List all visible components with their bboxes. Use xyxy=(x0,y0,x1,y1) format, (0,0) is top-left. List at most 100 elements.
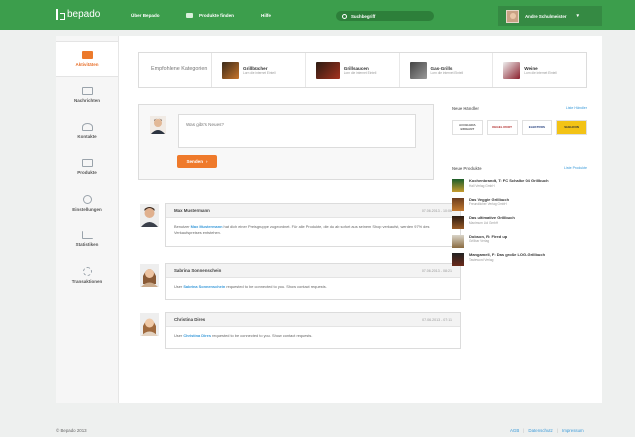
footer-links: AGB | Datenschutz | Impressum xyxy=(510,428,584,433)
main-panel: Aktivitäten Nachrichten Kontakte Produkt… xyxy=(56,36,602,403)
sidebar-item-activities[interactable]: Aktivitäten xyxy=(56,41,118,77)
list-item[interactable]: Dobson, R: Fired up Grillbar Verlag xyxy=(452,234,587,254)
bar-chart-icon xyxy=(81,231,93,239)
sidebar-item-label: Produkte xyxy=(77,170,97,175)
category-thumbnail xyxy=(409,61,427,79)
user-link[interactable]: Sabrina Sonnenschein xyxy=(183,284,225,289)
product-publisher: Freundlicher Verlag GmbH xyxy=(469,202,507,207)
product-thumbnail xyxy=(452,216,464,229)
post-author[interactable]: Sabrina Sonnenschein xyxy=(174,268,221,273)
products-icon xyxy=(186,13,193,18)
product-publisher: Hall Verlag GmbH xyxy=(469,183,495,188)
category-thumbnail xyxy=(503,61,521,79)
post-text: requested to be connected to you. Show c… xyxy=(212,333,313,338)
user-link[interactable]: Christina Dires xyxy=(183,333,211,338)
sidebar-item-products[interactable]: Produkte xyxy=(56,149,118,185)
new-dealers-header: Neue Händler Liste Händler xyxy=(452,106,587,111)
product-publisher: Grillbar Verlag xyxy=(469,239,490,244)
divider: | xyxy=(523,428,525,433)
brand-name: bepado xyxy=(67,9,101,20)
sidebar-item-statistics[interactable]: Statistiken xyxy=(56,221,118,257)
dealer-logo[interactable]: ELEKTROS xyxy=(521,120,553,135)
category-subtitle: Lorn die internet Eintell xyxy=(430,70,464,75)
product-thumbnail xyxy=(452,197,464,211)
list-item[interactable]: Mangamell, F: Das große LOG-Grillbuch Tas… xyxy=(452,252,587,272)
post-text: User xyxy=(174,333,183,338)
feed-post: Sabrina Sonnenschein 07.06.2013 - 08:21 … xyxy=(165,263,461,300)
list-item[interactable]: Kochenbrandt, T: FC Schalke 04 Grillbuch… xyxy=(452,178,587,198)
user-menu[interactable]: Andre Schulmeister ▾ xyxy=(498,6,602,26)
post-timestamp: 07.06.2013 - 07:11 xyxy=(422,317,452,322)
chevron-down-icon: ▾ xyxy=(576,13,579,19)
dealer-logo[interactable]: ACCELERA BRIGANT xyxy=(452,120,483,135)
list-item[interactable]: Das Veggie Grillbuch Freundlicher Verlag … xyxy=(452,197,587,217)
sidebar: Aktivitäten Nachrichten Kontakte Produkt… xyxy=(56,36,119,403)
brand-logo[interactable]: bepado xyxy=(56,9,100,20)
search-icon xyxy=(342,13,347,19)
new-products-header: Neue Produkte Liste Produkte xyxy=(452,166,587,171)
post-timestamp: 07.06.2013 - 10:06 xyxy=(421,208,452,213)
sidebar-item-transactions[interactable]: Transaktionen xyxy=(56,257,118,293)
footer-copyright: © Bepado 2013 xyxy=(56,428,87,433)
sidebar-item-label: Aktivitäten xyxy=(75,62,99,67)
gear-icon xyxy=(82,194,92,204)
chevron-right-icon: › xyxy=(206,159,208,164)
post-body: User Christina Dires requested to be con… xyxy=(166,327,460,345)
category-thumbnail xyxy=(222,61,239,79)
category-subtitle: Lorn die internet Eintell xyxy=(524,70,557,75)
sidebar-item-label: Einstellungen xyxy=(72,206,102,212)
contacts-icon xyxy=(81,123,93,131)
nav-find-products[interactable]: Produkte finden xyxy=(186,13,234,18)
user-name: Andre Schulmeister xyxy=(525,13,567,19)
new-dealers-title: Neue Händler xyxy=(452,106,479,111)
dealer-logo[interactable]: SHELDON xyxy=(556,120,587,135)
user-link[interactable]: Max Mustermann xyxy=(191,224,223,229)
sidebar-item-messages[interactable]: Nachrichten xyxy=(56,77,118,113)
post-author[interactable]: Christina Dires xyxy=(174,317,205,322)
post-body: User Sabrina Sonnenschein requested to b… xyxy=(166,278,460,296)
send-button[interactable]: Senden › xyxy=(177,155,217,168)
recommended-categories: Empfohlene Kategorien Grillbücher Lorn d… xyxy=(138,52,587,88)
product-thumbnail xyxy=(452,234,464,248)
nav-about[interactable]: Über Bepado xyxy=(131,13,160,18)
category-thumbnail xyxy=(315,61,340,79)
list-item[interactable]: Das ultimative Grillbuch Maximum Ltd GmbH xyxy=(452,215,587,235)
category-item[interactable]: Weine Lorn die internet Eintell xyxy=(493,53,586,87)
category-item[interactable]: Gas-Grills Lorn die internet Eintell xyxy=(400,53,494,87)
new-products-title: Neue Produkte xyxy=(452,166,482,171)
post-text: Benutzer xyxy=(174,224,190,229)
user-avatar xyxy=(506,9,519,23)
dealers-list-link[interactable]: Liste Händler xyxy=(566,106,587,111)
sidebar-item-contacts[interactable]: Kontakte xyxy=(56,113,118,149)
products-list-link[interactable]: Liste Produkte xyxy=(564,166,587,171)
post-composer: Was gibt's Neues? Senden › xyxy=(138,104,434,180)
nav-find-products-label: Produkte finden xyxy=(199,13,234,18)
nav-help[interactable]: Hilfe xyxy=(261,13,271,18)
footer-link-imprint[interactable]: Impressum xyxy=(562,428,584,433)
categories-label: Empfohlene Kategorien xyxy=(139,53,212,87)
post-timestamp: 07.06.2013 - 08:21 xyxy=(421,268,452,273)
feed-avatar xyxy=(140,264,159,287)
sidebar-item-label: Transaktionen xyxy=(71,278,103,284)
new-products-list: Kochenbrandt, T: FC Schalke 04 Grillbuch… xyxy=(452,178,587,272)
feed-avatar xyxy=(140,313,159,336)
user-avatar xyxy=(150,116,166,134)
product-thumbnail xyxy=(452,253,464,266)
dealer-logo[interactable]: KEGEL ROOT xyxy=(486,120,518,135)
post-author[interactable]: Max Mustermann xyxy=(174,208,210,213)
messages-icon xyxy=(81,87,93,95)
sidebar-item-settings[interactable]: Einstellungen xyxy=(56,185,118,221)
category-subtitle: Lorn die internet Eintell xyxy=(343,70,377,75)
search-input[interactable]: Suchbegriff xyxy=(336,11,434,21)
footer-link-agb[interactable]: AGB xyxy=(510,428,519,433)
refresh-icon xyxy=(82,266,92,276)
products-icon xyxy=(81,159,93,167)
category-item[interactable]: Grillbücher Lorn die internet Eintell xyxy=(212,53,306,87)
post-text: requested to be connected to you. Show c… xyxy=(226,284,327,289)
status-input[interactable]: Was gibt's Neues? xyxy=(178,114,416,148)
category-item[interactable]: Grillsaucen Lorn die internet Eintell xyxy=(306,53,400,87)
product-thumbnail xyxy=(452,179,464,192)
bepado-logo-icon xyxy=(56,9,65,20)
post-body: Benutzer Max Mustermann hat dich einer P… xyxy=(166,218,460,242)
footer-link-privacy[interactable]: Datenschutz xyxy=(528,428,552,433)
